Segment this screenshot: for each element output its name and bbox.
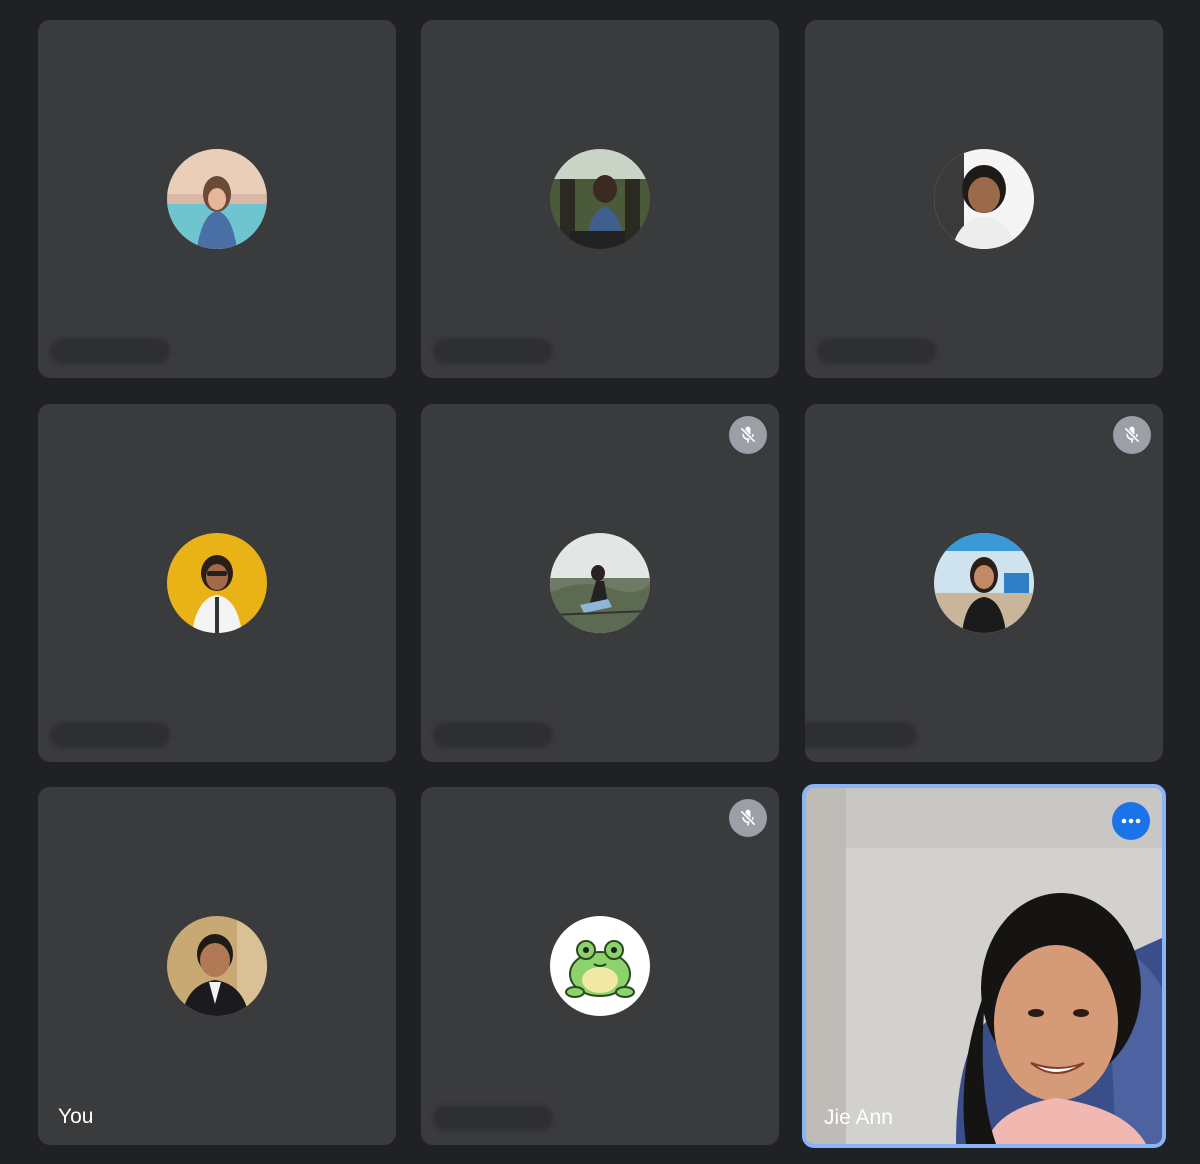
participant-tile[interactable] xyxy=(38,404,396,762)
mic-off-icon xyxy=(729,416,767,454)
more-options-button[interactable] xyxy=(1112,802,1150,840)
name-label-redacted xyxy=(817,338,937,364)
participant-tile[interactable]: You xyxy=(38,787,396,1145)
name-label-redacted xyxy=(805,722,917,748)
participant-name: Jie Ann xyxy=(824,1106,893,1129)
avatar xyxy=(167,916,267,1016)
participant-tile[interactable] xyxy=(805,20,1163,378)
frog-avatar xyxy=(550,916,650,1016)
mic-off-icon xyxy=(1113,416,1151,454)
participant-tile[interactable] xyxy=(38,20,396,378)
more-options-icon xyxy=(1121,818,1141,824)
mic-off-icon xyxy=(729,799,767,837)
name-label-redacted xyxy=(433,722,553,748)
participant-tile[interactable] xyxy=(805,404,1163,762)
avatar xyxy=(167,149,267,249)
name-label-redacted xyxy=(433,1105,553,1131)
participant-tile[interactable] xyxy=(421,787,779,1145)
avatar xyxy=(934,533,1034,633)
participant-name: You xyxy=(58,1105,94,1128)
name-label-redacted xyxy=(433,338,553,364)
avatar xyxy=(934,149,1034,249)
video-feed xyxy=(806,788,1162,1144)
name-label-redacted xyxy=(50,338,170,364)
participant-tile[interactable] xyxy=(421,404,779,762)
name-label-redacted xyxy=(50,722,170,748)
avatar xyxy=(550,533,650,633)
avatar xyxy=(550,149,650,249)
avatar xyxy=(167,533,267,633)
participant-tile-active[interactable]: Jie Ann xyxy=(802,784,1166,1148)
participant-tile[interactable] xyxy=(421,20,779,378)
